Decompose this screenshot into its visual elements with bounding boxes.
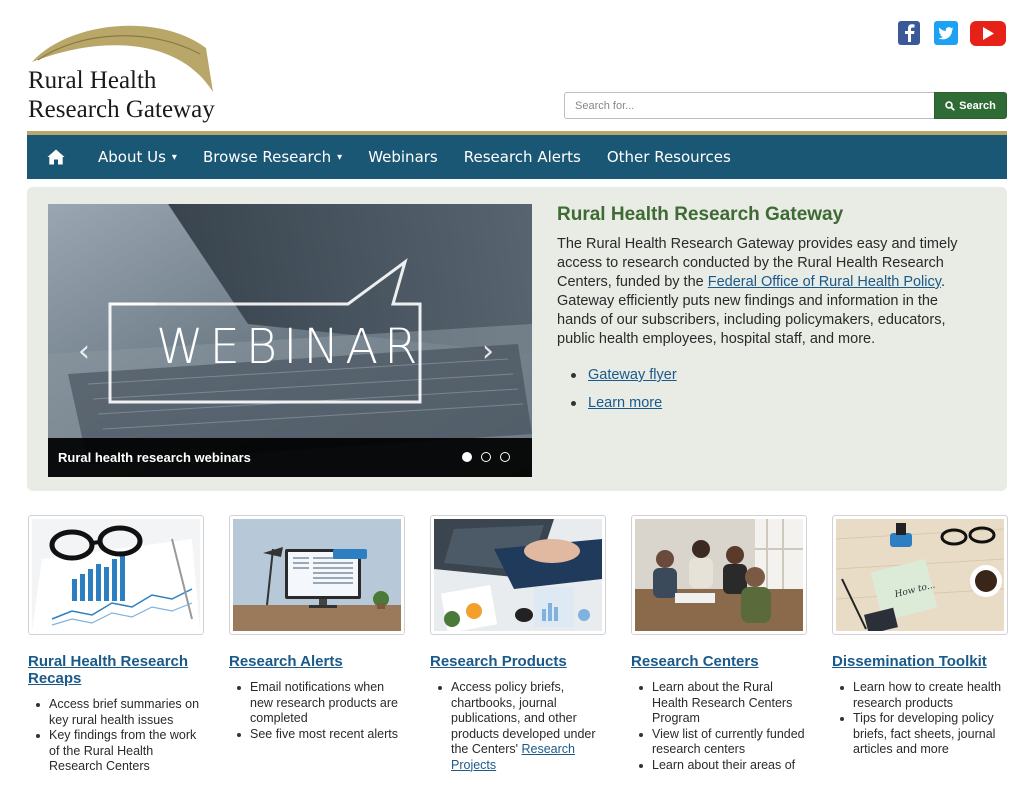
carousel-prev-icon[interactable]: ‹ xyxy=(78,334,90,369)
card-research-recaps: Rural Health Research Recaps Access brie… xyxy=(28,515,204,775)
search-button[interactable]: Search xyxy=(934,92,1007,119)
list-item: View list of currently funded research c… xyxy=(631,727,807,758)
computer-email-image xyxy=(233,519,401,631)
card-thumbnail[interactable] xyxy=(28,515,204,635)
card-bullets: Learn how to create health research prod… xyxy=(832,680,1008,758)
webinar-overlay-text: WEBINAR xyxy=(156,319,424,375)
list-item: Tips for developing policy briefs, fact … xyxy=(832,711,1008,758)
carousel-caption-text: Rural health research webinars xyxy=(58,450,251,465)
carousel-dot[interactable] xyxy=(462,452,472,462)
card-title-link[interactable]: Rural Health Research Recaps xyxy=(28,653,204,687)
chevron-down-icon: ▾ xyxy=(337,151,343,163)
bullet-icon xyxy=(571,372,576,378)
list-item: Learn about the Rural Health Research Ce… xyxy=(631,680,807,727)
card-bullets: Email notifications when new research pr… xyxy=(229,680,405,742)
main-nav: About Us ▾ Browse Research ▾ Webinars Rese… xyxy=(27,135,1007,179)
hero-description: The Rural Health Research Gateway provid… xyxy=(557,235,977,349)
card-bullets: Access brief summaries on key rural heal… xyxy=(28,697,204,775)
nav-webinars[interactable]: Webinars xyxy=(355,135,451,179)
bullet-icon xyxy=(571,400,576,406)
nav-browse-research-label: Browse Research xyxy=(202,148,332,166)
list-item: Access policy briefs, chartbooks, journa… xyxy=(430,680,606,773)
laptop-documents-image xyxy=(434,519,602,631)
youtube-icon[interactable] xyxy=(970,21,1006,46)
list-item: Key findings from the work of the Rural … xyxy=(28,728,204,775)
list-item: Learn more xyxy=(571,389,977,417)
hero-panel: WEBINAR ‹ › Rural health research webina… xyxy=(27,187,1007,491)
site-header: Rural Health Research Gateway Search xyxy=(0,0,1026,130)
federal-office-link[interactable]: Federal Office of Rural Health Policy xyxy=(708,274,941,290)
search-input[interactable] xyxy=(564,92,934,119)
list-item: See five most recent alerts xyxy=(229,727,405,743)
logo-text: Rural Health Research Gateway xyxy=(28,66,215,124)
site-logo[interactable]: Rural Health Research Gateway xyxy=(28,14,268,130)
nav-about-us-label: About Us xyxy=(98,148,166,166)
card-thumbnail[interactable] xyxy=(430,515,606,635)
nav-browse-research[interactable]: Browse Research ▾ xyxy=(190,135,355,179)
desk-notebook-image: How to... xyxy=(836,519,1004,631)
hero-links: Gateway flyer Learn more xyxy=(571,361,977,417)
learn-more-link[interactable]: Learn more xyxy=(588,389,662,417)
logo-line-2: Research Gateway xyxy=(28,96,215,123)
nav-other-resources[interactable]: Other Resources xyxy=(594,135,744,179)
card-research-alerts: Research Alerts Email notifications when… xyxy=(229,515,405,742)
card-research-products: Research Products Access policy briefs, … xyxy=(430,515,606,773)
meeting-people-image xyxy=(635,519,803,631)
carousel-indicators xyxy=(462,452,510,462)
carousel-caption: Rural health research webinars xyxy=(48,438,532,477)
twitter-icon[interactable] xyxy=(934,21,958,45)
gateway-flyer-link[interactable]: Gateway flyer xyxy=(588,361,677,389)
nav-research-alerts[interactable]: Research Alerts xyxy=(451,135,594,179)
home-icon xyxy=(47,149,65,165)
list-item: Learn how to create health research prod… xyxy=(832,680,1008,711)
card-title-link[interactable]: Research Alerts xyxy=(229,653,405,670)
card-thumbnail[interactable] xyxy=(631,515,807,635)
card-dissemination-toolkit: How to... Dissemination Toolkit Learn ho… xyxy=(832,515,1008,758)
card-title-link[interactable]: Research Products xyxy=(430,653,606,670)
list-item: Gateway flyer xyxy=(571,361,977,389)
list-item: Learn about their areas of xyxy=(631,758,807,774)
carousel-next-icon[interactable]: › xyxy=(482,334,494,369)
search-icon xyxy=(945,100,956,111)
search-button-label: Search xyxy=(959,99,996,112)
list-item: Access brief summaries on key rural heal… xyxy=(28,697,204,728)
logo-line-1: Rural Health xyxy=(28,67,157,94)
nav-about-us[interactable]: About Us ▾ xyxy=(85,135,190,179)
card-bullets: Access policy briefs, chartbooks, journa… xyxy=(430,680,606,773)
facebook-icon[interactable] xyxy=(898,21,920,45)
card-thumbnail[interactable]: How to... xyxy=(832,515,1008,635)
chevron-down-icon: ▾ xyxy=(171,151,177,163)
hero-text: Rural Health Research Gateway The Rural … xyxy=(557,204,977,417)
card-research-centers: Research Centers Learn about the Rural H… xyxy=(631,515,807,773)
search-bar: Search xyxy=(564,92,1007,119)
nav-home-link[interactable] xyxy=(47,135,85,179)
glasses-charts-image xyxy=(32,519,200,631)
card-title-link[interactable]: Dissemination Toolkit xyxy=(832,653,1008,670)
card-thumbnail[interactable] xyxy=(229,515,405,635)
carousel-dot[interactable] xyxy=(481,452,491,462)
card-title-link[interactable]: Research Centers xyxy=(631,653,807,670)
list-item: Email notifications when new research pr… xyxy=(229,680,405,727)
hero-title: Rural Health Research Gateway xyxy=(557,204,844,225)
card-bullets: Learn about the Rural Health Research Ce… xyxy=(631,680,807,773)
carousel-dot[interactable] xyxy=(500,452,510,462)
carousel[interactable]: WEBINAR ‹ › Rural health research webina… xyxy=(48,204,532,477)
